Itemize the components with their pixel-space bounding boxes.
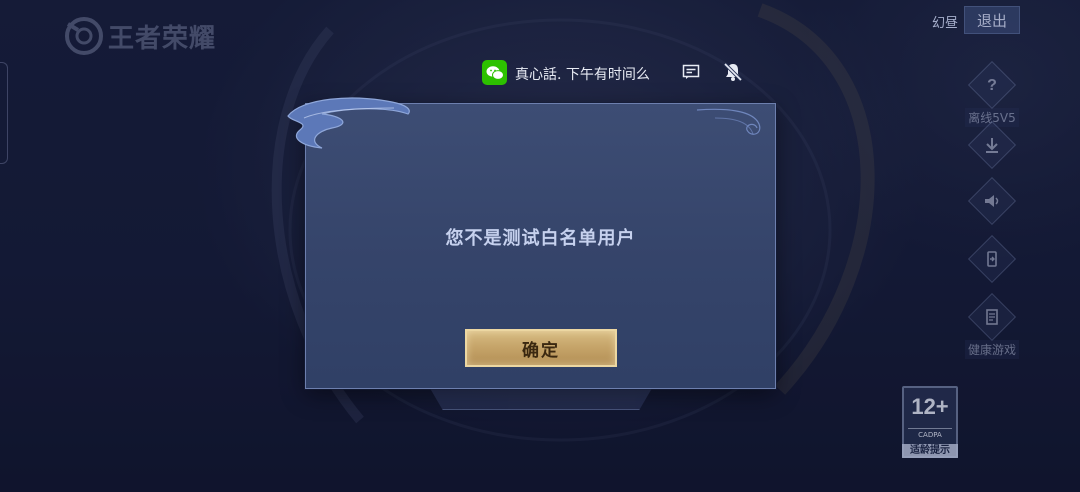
- logo-mark-icon: [65, 17, 103, 55]
- side-item-offline-5v5[interactable]: ? 离线5V5: [960, 60, 1024, 127]
- age-rating-number: 12+: [911, 394, 949, 419]
- phone-switch-icon: [987, 251, 997, 267]
- question-icon: ?: [987, 77, 997, 94]
- side-item-phone-switch[interactable]: [960, 234, 1024, 284]
- confirm-button[interactable]: 确定: [465, 329, 617, 367]
- side-item-label: 健康游戏: [964, 340, 1019, 359]
- svg-text:?: ?: [987, 77, 997, 94]
- speaker-icon: [985, 195, 999, 207]
- wechat-notification[interactable]: 真心話. 下午有时间么: [482, 60, 752, 86]
- download-icon: [986, 138, 998, 153]
- age-rating-badge: 12+ CADPA 适龄提示: [902, 386, 958, 458]
- top-right-label: 幻昼: [932, 16, 959, 31]
- dialog-message: 您不是测试白名单用户: [445, 228, 636, 249]
- mute-bell-icon[interactable]: [722, 61, 744, 87]
- notification-text: 真心話. 下午有时间么: [515, 67, 650, 83]
- message-icon[interactable]: [682, 64, 700, 84]
- age-rating-org: CADPA: [908, 428, 952, 439]
- side-item-download[interactable]: [960, 120, 1024, 170]
- age-rating-tip: 适龄提示: [902, 444, 958, 458]
- left-edge-tab[interactable]: [0, 62, 8, 164]
- logo-text: 王者荣耀: [108, 22, 217, 53]
- exit-button[interactable]: 退出: [964, 6, 1020, 34]
- side-item-sound[interactable]: [960, 176, 1024, 226]
- game-logo: 王者荣耀: [64, 16, 216, 56]
- notice-icon: [986, 309, 998, 325]
- wechat-icon: [482, 60, 507, 85]
- alert-dialog: 您不是测试白名单用户 确定: [287, 97, 776, 389]
- cloud-ornament-icon: [287, 97, 410, 149]
- swirl-ornament-icon: [696, 108, 761, 135]
- side-item-notice[interactable]: 健康游戏: [960, 292, 1024, 359]
